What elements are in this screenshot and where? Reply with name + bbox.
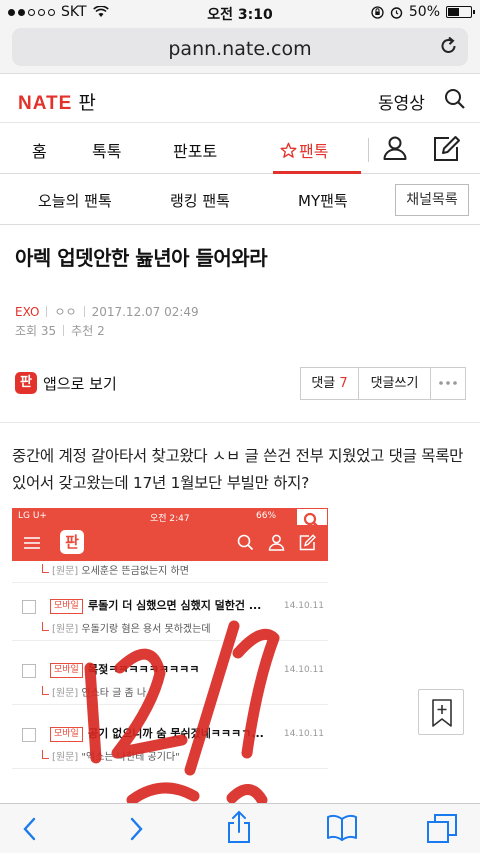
post-title: 아렉 업뎃안한 늂년아 들어와라 (15, 246, 268, 270)
search-icon[interactable] (444, 88, 466, 110)
post-body: 중간에 계정 갈아타서 찾고왔다 ㅅㅂ 글 쓴건 전부 지웠었고 댓글 목록만 … (12, 447, 464, 492)
battery-icon (446, 6, 475, 18)
tab-home[interactable]: 홈 (32, 138, 47, 162)
post-image[interactable]: LG U+ 오전 2:47 66% 판 [원문] 오세훈은 뜬금없는지 하면 모… (12, 508, 328, 803)
open-in-app-label[interactable]: 앱으로 보기 (43, 373, 117, 394)
nate-logo[interactable]: NATE 판 (18, 88, 96, 115)
tab-toktok[interactable]: 톡톡 (92, 138, 121, 162)
tab-pan-photo[interactable]: 판포토 (173, 138, 217, 162)
reload-button[interactable] (440, 36, 458, 60)
bookmarks-button[interactable] (326, 813, 358, 845)
post-category[interactable]: EXO (15, 305, 39, 319)
site-header: NATE 판 동영상 (0, 75, 480, 123)
rotation-lock-icon (371, 5, 384, 19)
url-text[interactable]: pann.nate.com (12, 38, 468, 60)
meta-divider (46, 306, 48, 317)
post-views: 조회 35 (15, 324, 57, 338)
tab-fantok[interactable]: 팬톡 (280, 138, 328, 162)
browser-chrome: pann.nate.com (0, 24, 480, 74)
bookmark-icon[interactable] (419, 690, 465, 736)
share-button[interactable] (225, 810, 253, 848)
video-link[interactable]: 동영상 (378, 89, 425, 114)
comments-button[interactable]: 댓글 7 (301, 368, 359, 399)
bookmark-button[interactable] (418, 689, 464, 735)
more-options-button[interactable] (431, 368, 465, 399)
battery-percent: 50% (408, 4, 440, 20)
meta-divider (83, 306, 85, 317)
address-bar[interactable]: pann.nate.com (12, 28, 468, 66)
back-icon[interactable] (20, 815, 40, 843)
post-meta: EXO ㅇㅇ 2017.12.07 02:49 (15, 303, 199, 320)
section-divider (0, 422, 480, 423)
pencil-icon[interactable] (433, 135, 461, 162)
comments-label[interactable]: 댓글 (311, 376, 335, 391)
comment-count[interactable]: 7 (339, 376, 347, 391)
alarm-icon (390, 6, 403, 19)
back-button[interactable] (20, 815, 40, 847)
logo-brand[interactable]: NATE (18, 93, 72, 115)
subnav-my-fantok[interactable]: MY팬톡 (298, 190, 348, 211)
profile-button[interactable] (382, 135, 408, 165)
star-icon (280, 142, 297, 158)
profile-icon[interactable] (382, 135, 408, 161)
tab-fantok-label[interactable]: 팬톡 (299, 138, 328, 162)
write-post-button[interactable] (433, 135, 461, 166)
sub-nav: 오늘의 팬톡 랭킹 팬톡 MY팬톡 채널목록 (0, 175, 480, 225)
tabs-icon[interactable] (426, 813, 458, 843)
meta-divider (63, 325, 65, 336)
more-icon[interactable] (438, 380, 458, 386)
battery-level (448, 8, 459, 16)
post-date: 2017.12.07 02:49 (91, 304, 199, 319)
bookmarks-book-icon[interactable] (326, 813, 358, 841)
pan-app-icon[interactable]: 판 (15, 372, 37, 394)
share-icon[interactable] (225, 810, 253, 844)
nav-divider (368, 138, 369, 162)
comment-actions: 댓글 7 댓글쓰기 (300, 367, 466, 400)
status-bar: SKT 오전 3:10 50% (0, 0, 480, 24)
channel-list-button[interactable]: 채널목록 (395, 184, 469, 216)
browser-toolbar (0, 803, 480, 853)
subnav-today-fantok[interactable]: 오늘의 팬톡 (38, 190, 112, 211)
search-button[interactable] (444, 88, 466, 114)
logo-section[interactable]: 판 (78, 88, 95, 115)
subnav-ranking-fantok[interactable]: 랭킹 팬톡 (170, 190, 230, 211)
forward-icon[interactable] (126, 815, 146, 843)
active-tab-indicator (273, 171, 361, 174)
forward-button[interactable] (126, 815, 146, 847)
status-right: 50% (371, 4, 475, 20)
main-nav: 홈 톡톡 판포토 팬톡 (0, 124, 480, 174)
reload-icon[interactable] (440, 36, 458, 56)
tabs-button[interactable] (426, 813, 458, 847)
post-author: ㅇㅇ (54, 305, 77, 319)
write-comment-button[interactable]: 댓글쓰기 (359, 368, 431, 399)
post-recommend: 추천 2 (71, 324, 105, 338)
post-stats: 조회 35 추천 2 (15, 322, 105, 339)
handwritten-annotation (84, 620, 280, 803)
open-in-app-button[interactable]: 판 앱으로 보기 (15, 372, 117, 394)
